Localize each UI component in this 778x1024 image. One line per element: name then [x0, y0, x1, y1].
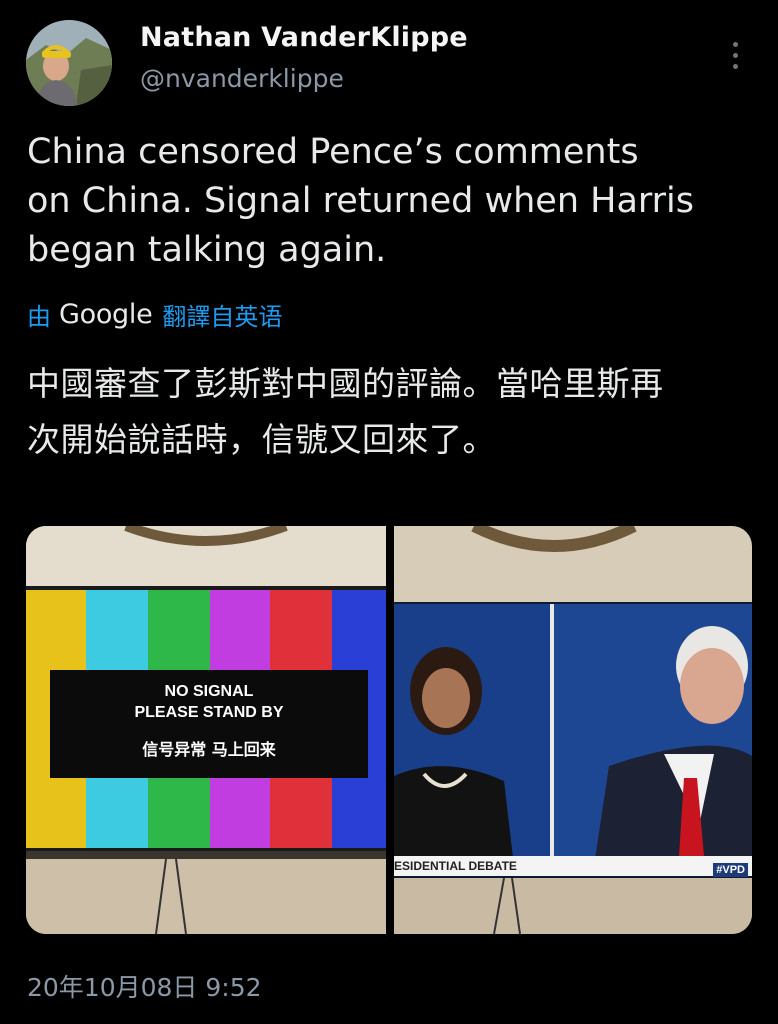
media-image-no-signal[interactable]: NO SIGNAL PLEASE STAND BY 信号异常 马上回来 [26, 526, 386, 934]
avatar-image [26, 20, 112, 106]
no-signal-line3: 信号异常 马上回来 [142, 740, 276, 759]
debate-lower-third: ESIDENTIAL DEBATE [394, 859, 517, 873]
author-name[interactable]: Nathan VanderKlippe [140, 22, 468, 53]
tweet-timestamp[interactable]: 20年10月08日 9:52 [27, 968, 262, 1004]
translated-from-label[interactable]: 翻譯自英语 [162, 297, 282, 332]
more-options-icon[interactable] [722, 36, 748, 76]
media-image-debate[interactable]: ESIDENTIAL DEBATE #VPD [394, 526, 752, 934]
translated-text: 中國審查了彭斯對中國的評論。當哈里斯再 次開始說話時，信號又回來了。 [27, 364, 664, 459]
translation-by-label: 由 [27, 302, 51, 331]
translation-attribution[interactable]: 由 Google 翻譯自英语 [27, 296, 282, 332]
tweet-header: Nathan VanderKlippe @nvanderklippe [0, 0, 778, 120]
avatar[interactable] [26, 20, 112, 106]
media-divider [386, 526, 394, 934]
tweet-text: China censored Pence’s comments on China… [27, 132, 695, 270]
debate-hashtag: #VPD [713, 863, 748, 877]
google-logo-text: Google [59, 298, 153, 330]
author-handle[interactable]: @nvanderklippe [140, 64, 344, 93]
no-signal-line1: NO SIGNAL [164, 683, 254, 700]
tweet-media[interactable]: NO SIGNAL PLEASE STAND BY 信号异常 马上回来 ESID… [26, 526, 752, 934]
no-signal-line2: PLEASE STAND BY [134, 704, 284, 721]
no-signal-tv-illustration [26, 526, 386, 934]
